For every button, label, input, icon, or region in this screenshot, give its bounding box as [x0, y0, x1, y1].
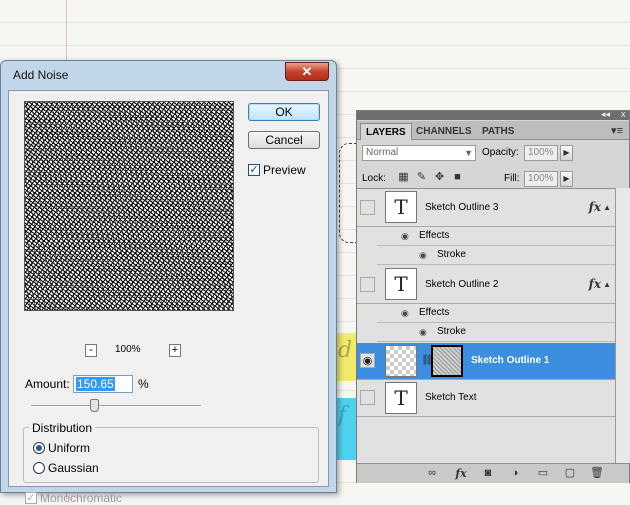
visibility-toggle[interactable] — [360, 200, 375, 215]
amount-slider-thumb[interactable] — [90, 399, 99, 412]
type-layer-thumbnail: T — [385, 268, 417, 300]
amount-unit: % — [138, 377, 149, 391]
expand-effects-icon[interactable]: ▲ — [603, 280, 611, 289]
lock-pixels-icon[interactable]: ✎ — [415, 171, 428, 184]
new-layer-icon[interactable]: ▢ — [563, 467, 577, 480]
layer-name[interactable]: Sketch Text — [425, 392, 477, 403]
zoom-out-button[interactable]: - — [85, 344, 97, 357]
amount-slider-track[interactable] — [31, 405, 201, 407]
fx-icon: fx — [588, 277, 601, 291]
visibility-toggle[interactable] — [360, 277, 375, 292]
panel-close-icon[interactable]: x — [621, 109, 626, 119]
blend-mode-select[interactable]: Normal ▼ — [362, 145, 476, 161]
layer-name[interactable]: Sketch Outline 1 — [471, 355, 549, 366]
eye-icon[interactable]: ◉ — [419, 246, 427, 264]
layer-name[interactable]: Sketch Outline 3 — [425, 202, 498, 213]
adjustment-layer-icon[interactable]: ◑ — [508, 467, 522, 480]
zoom-level: 100% — [115, 344, 141, 355]
uniform-label: Uniform — [48, 440, 91, 455]
tab-channels[interactable]: CHANNELS — [411, 123, 477, 140]
monochromatic-checkbox[interactable]: ✓ — [25, 491, 37, 504]
fill-input[interactable]: 100% — [524, 171, 558, 187]
uniform-option[interactable]: Uniform — [33, 440, 90, 455]
fx-icon: fx — [588, 200, 601, 214]
amount-input[interactable]: 150.65 — [73, 375, 133, 393]
close-icon[interactable]: ✕ — [285, 62, 329, 81]
opacity-arrow-icon[interactable]: ▶ — [560, 145, 573, 161]
dialog-body: - 100% + OK Cancel ✓ Preview Amount: 150.… — [8, 90, 329, 505]
uniform-radio[interactable] — [33, 441, 45, 454]
zoom-in-button[interactable]: + — [169, 344, 181, 357]
stroke-effect-row[interactable]: ◉ Stroke — [377, 246, 615, 265]
chevron-down-icon: ▼ — [464, 148, 473, 158]
add-mask-icon[interactable]: ◙ — [481, 467, 495, 480]
layer-pixel-thumbnail — [385, 345, 417, 377]
noise-preview[interactable] — [24, 101, 234, 311]
monochromatic-row[interactable]: ✓ Monochromatic — [25, 490, 122, 505]
link-layers-icon[interactable]: ∞ — [425, 467, 439, 480]
type-layer-thumbnail: T — [385, 191, 417, 223]
layer-row[interactable]: T Sketch Outline 2 fx ▲ — [357, 266, 615, 304]
lock-all-icon[interactable]: ■ — [451, 171, 464, 184]
gaussian-option[interactable]: Gaussian — [33, 460, 99, 475]
stroke-label: Stroke — [437, 249, 466, 260]
eye-icon[interactable]: ◉ — [401, 304, 409, 322]
collapse-icon[interactable]: ◂◂ — [601, 109, 610, 120]
fill-arrow-icon[interactable]: ▶ — [560, 171, 573, 187]
gaussian-radio[interactable] — [33, 461, 45, 474]
expand-effects-icon[interactable]: ▲ — [603, 203, 611, 212]
ok-button[interactable]: OK — [248, 103, 320, 121]
blend-mode-value: Normal — [366, 147, 399, 158]
document-yellow-strip: d — [334, 333, 358, 381]
layer-row-selected[interactable]: ◉ ⛓ Sketch Outline 1 — [357, 343, 615, 380]
fill-label: Fill: — [504, 173, 520, 184]
lock-transparency-icon[interactable]: ▦ — [397, 171, 410, 184]
effects-row[interactable]: ◉ Effects — [377, 304, 615, 323]
effects-row[interactable]: ◉ Effects — [377, 227, 615, 246]
layers-scrollbar[interactable] — [615, 188, 630, 463]
panel-tabbar: LAYERS CHANNELS PATHS ▾≡ — [357, 121, 629, 140]
preview-label: Preview — [263, 163, 306, 177]
zoom-controls: - 100% + — [85, 344, 181, 358]
eye-icon[interactable]: ◉ — [401, 227, 409, 245]
layer-mask-thumbnail[interactable] — [431, 345, 463, 377]
tab-paths[interactable]: PATHS — [477, 123, 519, 140]
gaussian-label: Gaussian — [48, 460, 99, 475]
dialog-title: Add Noise — [13, 68, 69, 82]
amount-label: Amount: — [25, 377, 70, 391]
opacity-input[interactable]: 100% — [524, 145, 558, 161]
eye-icon[interactable]: ◉ — [419, 323, 427, 341]
layers-panel: ◂◂ x LAYERS CHANNELS PATHS ▾≡ Normal ▼ O… — [356, 109, 630, 483]
lock-position-icon[interactable]: ✥ — [433, 171, 446, 184]
visibility-toggle[interactable] — [360, 390, 375, 405]
lock-label: Lock: — [362, 173, 386, 184]
effects-label: Effects — [419, 230, 450, 241]
layer-name[interactable]: Sketch Outline 2 — [425, 279, 498, 290]
stroke-label: Stroke — [437, 326, 466, 337]
layers-list: T Sketch Outline 3 fx ▲ ◉ Effects ◉ Stro… — [357, 188, 615, 463]
distribution-label: Distribution — [29, 421, 96, 435]
tab-layers[interactable]: LAYERS — [360, 123, 412, 140]
layer-row[interactable]: T Sketch Text — [357, 380, 615, 417]
preview-checkbox-row[interactable]: ✓ Preview — [248, 163, 306, 177]
effects-label: Effects — [419, 307, 450, 318]
layers-footer: ∞ fx ◙ ◑ ▭ ▢ 🗑 — [357, 463, 629, 483]
amount-value: 150.65 — [76, 377, 115, 391]
opacity-label: Opacity: — [482, 147, 519, 158]
panel-menu-icon[interactable]: ▾≡ — [611, 124, 623, 137]
preview-checkbox[interactable]: ✓ — [248, 164, 260, 176]
new-group-icon[interactable]: ▭ — [536, 467, 550, 480]
type-layer-thumbnail: T — [385, 382, 417, 414]
add-style-icon[interactable]: fx — [454, 467, 468, 480]
document-cyan-strip: f — [334, 398, 358, 460]
cancel-button[interactable]: Cancel — [248, 131, 320, 149]
stroke-effect-row[interactable]: ◉ Stroke — [377, 323, 615, 342]
layer-row[interactable]: T Sketch Outline 3 fx ▲ — [357, 189, 615, 227]
add-noise-dialog: Add Noise ✕ - 100% + OK Cancel ✓ Preview … — [0, 60, 337, 505]
panel-header-bar: ◂◂ x — [357, 109, 629, 120]
eye-icon[interactable]: ◉ — [360, 353, 375, 368]
monochromatic-label: Monochromatic — [40, 490, 123, 505]
trash-icon[interactable]: 🗑 — [590, 467, 604, 480]
